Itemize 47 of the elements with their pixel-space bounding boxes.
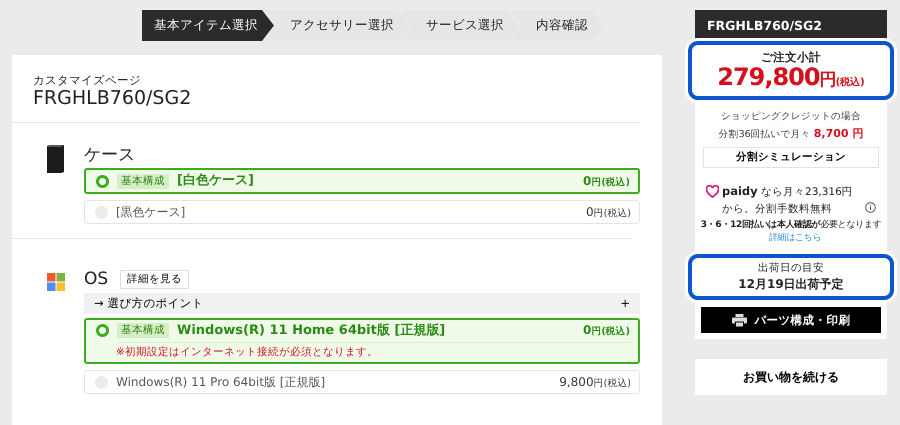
option-row[interactable]: 基本構成 [白色ケース] 0円(税込) [84, 168, 640, 194]
details-button[interactable]: 詳細を見る [120, 270, 190, 289]
tips-expander[interactable]: → 選び方のポイント + [84, 292, 640, 314]
printer-icon [732, 314, 746, 327]
model-title: FRGHLB760/SG2 [33, 88, 192, 110]
step-tab[interactable]: サービス選択 [400, 10, 520, 41]
option-note: ※初期設定はインターネット接続が必須となります。 [116, 342, 630, 362]
section-title: OS [84, 269, 108, 290]
shipping-label: 出荷日の目安 [757, 260, 825, 276]
subtotal-price: 279,800円(税込) [716, 65, 866, 94]
option-price: 0円(税込) [586, 204, 631, 220]
step-tab[interactable]: 内容確認 [510, 10, 604, 41]
option-price: 0円(税込) [582, 323, 630, 338]
paidy-logo-icon [706, 185, 719, 198]
shipping-date: 12月19日出荷予定 [737, 276, 845, 293]
option-row[interactable]: Windows(R) 11 Pro 64bit版 [正規版] 9,800円(税込) [84, 370, 640, 394]
windows-logo-icon [47, 272, 65, 291]
option-row[interactable]: 基本構成 Windows(R) 11 Home 64bit版 [正規版] 0円(税込) ※初期設定はインターネット接続が必須となります。 [84, 318, 640, 364]
simulation-button[interactable]: 分割シミュレーション [703, 146, 879, 168]
option-row[interactable]: [黒色ケース] 0円(税込) [84, 200, 640, 224]
tips-label: → 選び方のポイント [94, 294, 204, 312]
continue-shopping-button[interactable]: お買い物を続ける [695, 359, 887, 396]
paidy-promo-text: paidy なら月々23,316円から。分割手数料無料 [722, 183, 854, 218]
info-icon[interactable] [865, 202, 876, 214]
details-link[interactable]: 詳細はこちら [768, 233, 822, 244]
default-tag: 基本構成 [117, 323, 169, 338]
step-tab[interactable]: アクセサリー選択 [264, 10, 410, 41]
option-label: [黒色ケース] [116, 204, 186, 220]
option-price: 9,800円(税込) [559, 374, 631, 390]
default-tag: 基本構成 [117, 174, 169, 189]
section-title: ケース [84, 144, 135, 166]
credit-text: ショッピングクレジットの場合 [720, 110, 862, 124]
option-price: 0円(税込) [582, 174, 630, 189]
radio-button[interactable] [96, 324, 109, 338]
option-label: Windows(R) 11 Pro 64bit版 [正規版] [116, 374, 326, 390]
pc-tower-icon [47, 144, 64, 173]
print-button[interactable]: パーツ構成・印刷 [701, 307, 881, 334]
cart-header: FRGHLB760/SG2 [695, 10, 887, 41]
paidy-note: 3・6・12回払いは本人確認が必要となります 詳細はこちら [700, 218, 882, 246]
radio-button[interactable] [96, 174, 109, 188]
option-label: Windows(R) 11 Home 64bit版 [正規版] [177, 322, 446, 339]
expand-toggle-icon: + [620, 294, 630, 312]
credit-monthly-text: 分割36回払いで月々 8,700 円 [718, 126, 864, 142]
page-subtitle: カスタマイズページ [33, 73, 142, 88]
option-label: [白色ケース] [177, 173, 255, 190]
step-tab[interactable]: 基本アイテム選択 [142, 10, 274, 41]
subtotal-label: ご注文小計 [760, 49, 822, 66]
